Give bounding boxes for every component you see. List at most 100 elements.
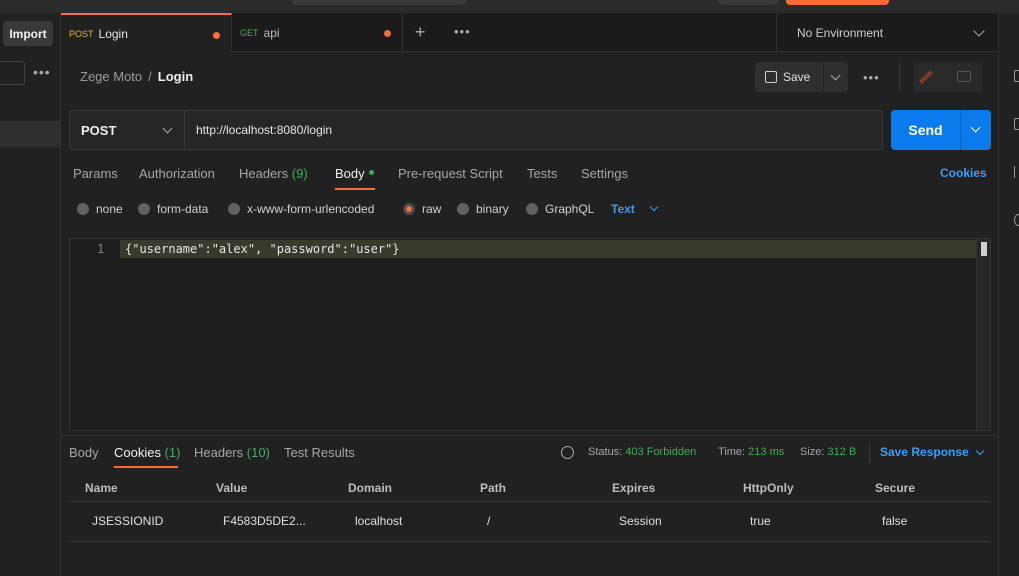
header-button[interactable]	[718, 0, 778, 5]
environment-select[interactable]: No Environment	[776, 13, 998, 52]
unsaved-dot-icon	[384, 30, 391, 37]
radio-raw[interactable]: raw	[403, 202, 441, 216]
new-tab-plus-icon[interactable]: +	[415, 21, 426, 43]
radio-label: GraphQL	[545, 202, 595, 216]
save-button[interactable]: Save	[755, 62, 823, 92]
cookie-value: F4583D5DE2...	[223, 514, 306, 528]
size-label: Size:	[800, 446, 825, 458]
tab-body[interactable]: Body	[335, 166, 374, 181]
size-value: 312 B	[827, 446, 857, 458]
chevron-down-icon[interactable]	[649, 202, 659, 212]
column-header-domain: Domain	[348, 481, 393, 495]
tab-name: api	[263, 25, 280, 40]
radio-indicator	[526, 203, 538, 215]
response-tab-headers-count: (10)	[246, 445, 270, 460]
save-response-button[interactable]: Save Response	[880, 445, 969, 459]
column-header-name: Name	[85, 481, 118, 495]
time-value: 213 ms	[748, 446, 785, 458]
radio-indicator-selected	[403, 203, 415, 215]
response-tab-test-results[interactable]: Test Results	[284, 445, 355, 460]
radio-none[interactable]: none	[77, 202, 123, 216]
radio-label: x-www-form-urlencoded	[247, 202, 375, 216]
tab-more-icon[interactable]: •••	[454, 24, 471, 39]
chevron-down-icon	[830, 70, 841, 81]
radio-indicator	[77, 203, 89, 215]
editor-scrollbar-thumb[interactable]	[981, 242, 987, 256]
method-select[interactable]: POST	[69, 110, 185, 150]
tab-method: GET	[240, 27, 259, 38]
radio-binary[interactable]: binary	[457, 202, 509, 216]
tab-settings[interactable]: Settings	[581, 166, 628, 181]
format-select[interactable]: Text	[611, 202, 635, 216]
sidebar-more-icon[interactable]: •••	[33, 64, 51, 80]
response-status: Status: 403 Forbidden	[588, 446, 696, 458]
column-header-expires: Expires	[612, 481, 656, 495]
radio-label: form-data	[157, 202, 209, 216]
cookie-expires: Session	[619, 514, 662, 528]
save-icon	[765, 71, 777, 83]
method-label: POST	[81, 122, 117, 138]
import-button[interactable]: Import	[3, 21, 53, 46]
editor-scrollbar[interactable]	[976, 239, 990, 430]
radio-graphql[interactable]: GraphQL	[526, 202, 594, 216]
tab-api[interactable]: GET api	[232, 13, 403, 52]
tab-pre-request-script[interactable]: Pre-request Script	[398, 166, 503, 181]
status-value: 403 Forbidden	[625, 446, 697, 458]
tab-headers[interactable]: Headers (9)	[239, 166, 308, 181]
response-tab-body[interactable]: Body	[69, 445, 99, 460]
cookies-link[interactable]: Cookies	[940, 166, 987, 180]
response-tab-headers[interactable]: Headers (10)	[194, 445, 270, 460]
info-icon[interactable]	[1014, 214, 1019, 226]
sidebar-filter-input[interactable]	[0, 61, 25, 85]
edit-button[interactable]	[914, 62, 948, 92]
breadcrumb-request[interactable]: Login	[158, 69, 193, 84]
cookie-secure: false	[882, 514, 908, 528]
body-editor[interactable]	[69, 238, 991, 431]
response-tab-cookies[interactable]: Cookies (1)	[114, 445, 180, 460]
documentation-icon[interactable]	[1014, 70, 1019, 82]
cookie-path: /	[487, 514, 491, 528]
response-tab-cookies-count: (1)	[164, 445, 181, 460]
time-label: Time:	[718, 446, 746, 458]
chevron-down-icon[interactable]	[975, 446, 985, 456]
radio-form-data[interactable]: form-data	[138, 202, 208, 216]
response-tab-cookies-label: Cookies	[114, 445, 161, 460]
unsaved-dot-icon	[213, 32, 220, 39]
tab-body-label: Body	[335, 166, 365, 181]
code-icon[interactable]	[1014, 166, 1019, 178]
globe-icon[interactable]	[561, 446, 574, 459]
global-search-bar[interactable]	[292, 0, 466, 5]
url-input[interactable]: http://localhost:8080/login	[185, 110, 883, 150]
radio-indicator	[138, 203, 150, 215]
tab-method: POST	[69, 28, 94, 39]
comments-icon[interactable]	[1014, 118, 1019, 130]
cookie-name: JSESSIONID	[92, 514, 164, 528]
chevron-down-icon	[970, 122, 981, 133]
divider	[869, 443, 870, 463]
sidebar-selected-item[interactable]	[0, 121, 61, 147]
column-header-secure: Secure	[875, 481, 916, 495]
table-divider	[69, 541, 991, 542]
left-sidebar	[0, 13, 61, 576]
header-upgrade-button[interactable]	[786, 0, 889, 5]
radio-indicator	[228, 203, 240, 215]
cookie-domain: localhost	[355, 514, 403, 528]
tab-params[interactable]: Params	[73, 166, 118, 181]
editor-code[interactable]: {"username":"alex", "password":"user"}	[125, 242, 400, 256]
save-options-button[interactable]	[824, 62, 848, 92]
tab-authorization[interactable]: Authorization	[139, 166, 215, 181]
tab-login[interactable]: POST Login	[61, 13, 232, 52]
send-button[interactable]: Send	[891, 110, 960, 150]
breadcrumb-collection[interactable]: Zege Moto	[80, 69, 142, 84]
active-tab-indicator	[335, 188, 375, 190]
radio-urlencoded[interactable]: x-www-form-urlencoded	[228, 202, 374, 216]
send-options-button[interactable]	[960, 110, 991, 150]
chevron-down-icon	[162, 123, 173, 134]
more-actions-icon[interactable]: •••	[863, 70, 880, 85]
table-divider	[69, 501, 991, 502]
tab-tests[interactable]: Tests	[527, 166, 557, 181]
send-label: Send	[908, 122, 943, 138]
tab-name: Login	[98, 26, 128, 41]
environment-label: No Environment	[797, 25, 884, 40]
url-value: http://localhost:8080/login	[196, 123, 333, 137]
